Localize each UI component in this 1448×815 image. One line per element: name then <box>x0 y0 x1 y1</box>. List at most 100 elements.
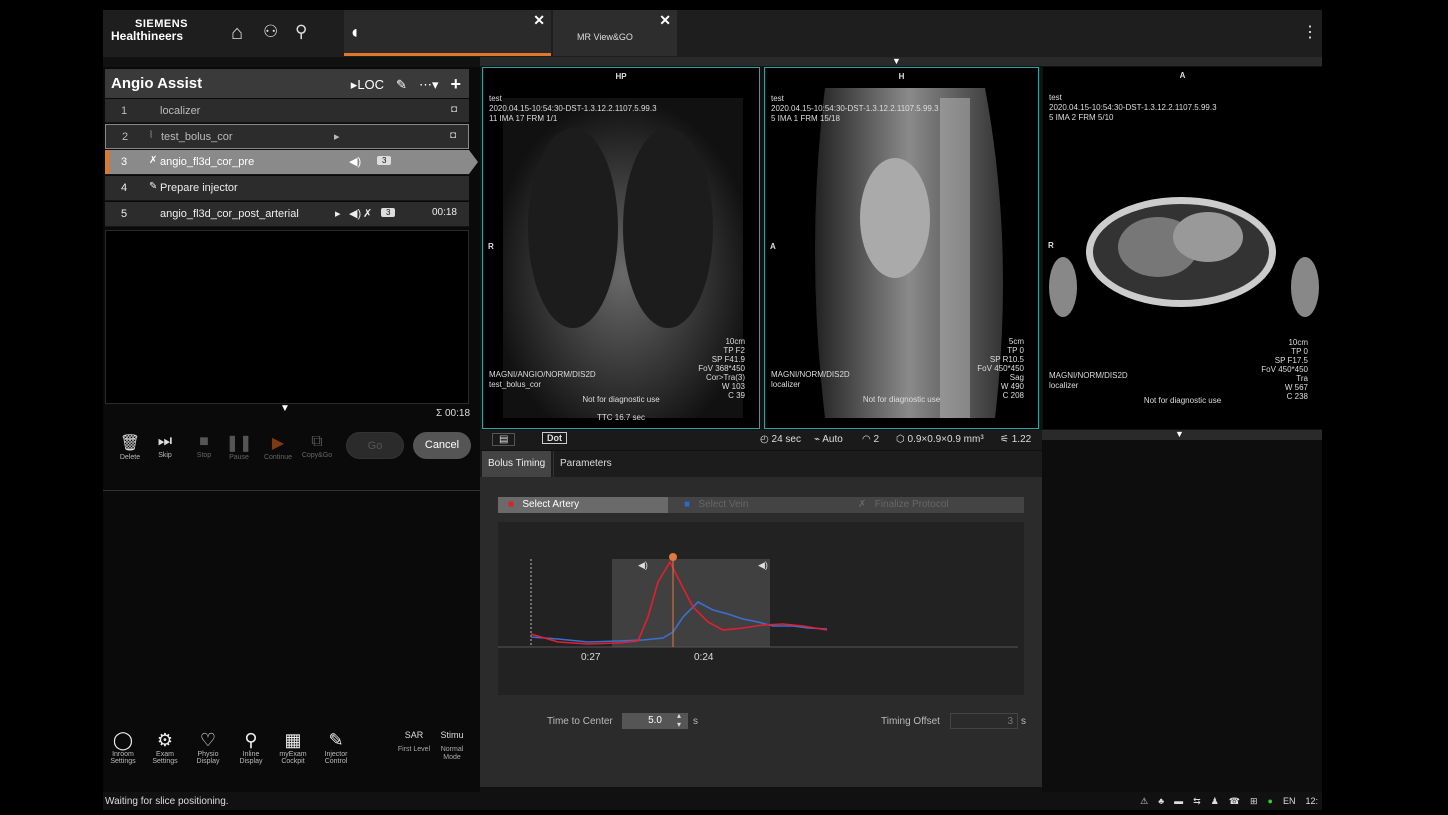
scan-mode: ⌁ Auto <box>814 434 843 445</box>
table-icon[interactable]: ▬ <box>1174 796 1183 807</box>
gear-icon: ⚙ <box>156 730 174 750</box>
inroom-settings-button[interactable]: ◯ Inroom Settings <box>103 730 143 765</box>
injector-control-button[interactable]: ✎ Injector Control <box>316 730 356 765</box>
close-icon[interactable]: ✕ <box>659 12 671 29</box>
bolus-timing-panel: ■ Select Artery ■ Select Vein ✗ Finalize… <box>480 477 1042 787</box>
copy-go-button[interactable]: ⧉ Copy&Go <box>300 433 334 459</box>
protocol-row[interactable]: 2 ⦚ test_bolus_cor ▸ ◘ <box>105 124 469 149</box>
scan-time: ◴ 24 sec <box>760 434 801 445</box>
pencil-icon[interactable]: ✎ <box>396 77 407 93</box>
stop-button[interactable]: ■ Stop <box>187 433 221 459</box>
time-label: 0:27 <box>581 652 601 663</box>
total-duration: Σ 00:18 <box>436 408 470 419</box>
expand-arrow-icon[interactable]: ▼ <box>280 403 290 414</box>
viewport-coronal[interactable]: HP R test 2020.04.15-10:54:30-DST-1.3.12.… <box>482 67 760 429</box>
dot-view-button[interactable]: Dot <box>542 432 567 444</box>
play-icon[interactable]: ▸ <box>335 207 341 220</box>
heart-icon: ♡ <box>199 730 217 750</box>
peak-marker[interactable] <box>669 553 677 561</box>
physio-display-button[interactable]: ♡ Physio Display <box>188 730 228 765</box>
step-finalize-protocol[interactable]: ✗ Finalize Protocol <box>854 497 949 513</box>
bolus-icon: ⦚ <box>150 130 153 141</box>
continue-button[interactable]: ▶ Continue <box>261 433 295 461</box>
viewport-sagittal[interactable]: H A test 2020.04.15-10:54:30-DST-1.3.12.2… <box>764 67 1039 429</box>
bolus-tabs: Bolus Timing Parameters <box>480 451 1042 477</box>
bolus-curve-graph[interactable]: 0:27 0:24 ◀) ◀) <box>498 522 1024 695</box>
home-icon[interactable]: ⌂ <box>231 22 243 45</box>
more-menu-icon[interactable]: ⋮ <box>1302 22 1318 42</box>
cancel-button[interactable]: Cancel <box>413 432 471 459</box>
myexam-cockpit-button[interactable]: ▦ myExam Cockpit <box>273 730 313 765</box>
workflow-steps: ■ Select Artery ■ Select Vein ✗ Finalize… <box>498 497 1024 513</box>
pause-icon: ❚❚ <box>225 435 253 452</box>
injector-icon: ✗ <box>149 155 158 166</box>
network-status-icon[interactable]: ⊞ <box>1250 796 1258 807</box>
clock: 12: <box>1305 796 1318 806</box>
inline-icon: ⚲ <box>244 730 258 750</box>
system-tray: ⚠ ♣ ▬ ⇆ ♟ ☎ ⊞ ● EN 12: <box>1140 796 1318 807</box>
injector-icon: ✎ <box>328 730 344 750</box>
exam-settings-button[interactable]: ⚙ Exam Settings <box>145 730 185 765</box>
tab-exam[interactable]: ◖ ✕ <box>344 10 551 56</box>
copy-go-icon: ⧉ <box>311 433 323 450</box>
viewport-axial[interactable]: A R test 2020.04.15-10:54:30-DST-1.3.12.2… <box>1043 67 1322 429</box>
network-icon[interactable]: ⚠ <box>1140 796 1148 807</box>
tab-mr-view-go[interactable]: MR View&GO ✕ <box>553 10 677 56</box>
skip-button[interactable]: ⏭ Skip <box>148 433 182 459</box>
vein-color-marker: ■ <box>684 499 691 510</box>
trash-icon: 🗑 <box>119 435 141 452</box>
protocol-status-icon: ◘ <box>449 130 456 141</box>
inline-display-button[interactable]: ⚲ Inline Display <box>231 730 271 765</box>
close-icon[interactable]: ✕ <box>533 12 545 29</box>
transfer-icon[interactable]: ⇆ <box>1193 796 1201 807</box>
play-icon[interactable]: ▸ <box>334 130 340 143</box>
loc-button[interactable]: ▸LOC <box>351 77 384 93</box>
cockpit-icon: ▦ <box>284 730 302 750</box>
go-button[interactable]: Go <box>346 432 404 459</box>
top-bar: SIEMENS Healthineers ⌂ ⚇ ⚲ ◖ ✕ MR View&G… <box>103 10 1322 57</box>
injector-icon: ✗ <box>363 208 373 220</box>
injector-icon: ✗ <box>858 499 867 510</box>
protocol-row[interactable]: 1 localizer ◘ <box>105 99 469 123</box>
protocol-row-selected[interactable]: 3 ✗ angio_fl3d_cor_pre ◀) 3 <box>105 150 478 175</box>
tab-parameters[interactable]: Parameters <box>553 451 618 477</box>
syringe-icon: ✎ <box>149 181 158 192</box>
app-window: SIEMENS Healthineers ⌂ ⚇ ⚲ ◖ ✕ MR View&G… <box>103 10 1322 810</box>
step-select-artery[interactable]: ■ Select Artery <box>498 497 668 513</box>
collapse-arrow-icon[interactable]: ▼ <box>892 56 901 66</box>
list-view-icon[interactable]: ▤ <box>492 433 516 446</box>
stepper-arrows-icon[interactable]: ▴ ▾ <box>677 711 681 729</box>
protocol-row[interactable]: 5 angio_fl3d_cor_post_arterial ▸ ◀) ✗ 3 … <box>105 202 469 227</box>
protocol-status-icon: ◘ <box>450 104 457 115</box>
delete-button[interactable]: 🗑 Delete <box>113 433 147 461</box>
pause-button[interactable]: ❚❚ Pause <box>222 433 256 461</box>
speaker-icon: ◀) <box>349 156 362 168</box>
patient-icon[interactable]: ♟ <box>1211 796 1219 807</box>
count-badge: 3 <box>377 156 392 165</box>
protocol-row[interactable]: 4 ✎ Prepare injector <box>105 176 469 201</box>
assist-title: Angio Assist <box>111 75 203 92</box>
count-badge: 3 <box>381 208 396 217</box>
patient-registration-icon[interactable]: ⚇ <box>263 22 278 42</box>
scan-count: ◠ 2 <box>862 434 880 445</box>
protocol-list-empty-area <box>105 230 469 404</box>
step-select-vein[interactable]: ■ Select Vein <box>676 497 748 513</box>
selection-pointer <box>469 150 478 174</box>
protocol-duration: 00:18 <box>431 207 457 218</box>
menu-dots-icon[interactable]: ⋯▾ <box>419 77 439 93</box>
scan-info-bar: ▤ Dot ◴ 24 sec ⌁ Auto ◠ 2 ⬡ 0.9×0.9×0.9 … <box>480 430 1042 450</box>
viewer-top-strip: ▼ <box>480 56 1322 66</box>
stimulation-indicator[interactable]: Stimu Normal Mode <box>434 730 470 762</box>
timing-offset-input[interactable]: 3 <box>950 713 1018 729</box>
collapse-arrow-icon[interactable]: ▼ <box>1175 429 1184 439</box>
language-indicator[interactable]: EN <box>1283 796 1296 807</box>
siemens-logo: SIEMENS Healthineers <box>111 18 189 43</box>
status-ok-icon[interactable]: ● <box>1268 796 1273 807</box>
status-text: Waiting for slice positioning. <box>105 796 229 807</box>
add-icon[interactable]: + <box>450 74 461 95</box>
patient-browser-icon[interactable]: ⚲ <box>295 22 307 42</box>
coil-icon[interactable]: ♣ <box>1158 796 1164 807</box>
phone-icon[interactable]: ☎ <box>1229 796 1240 807</box>
tab-bolus-timing[interactable]: Bolus Timing <box>482 451 552 477</box>
sar-indicator[interactable]: SAR First Level <box>396 730 432 754</box>
